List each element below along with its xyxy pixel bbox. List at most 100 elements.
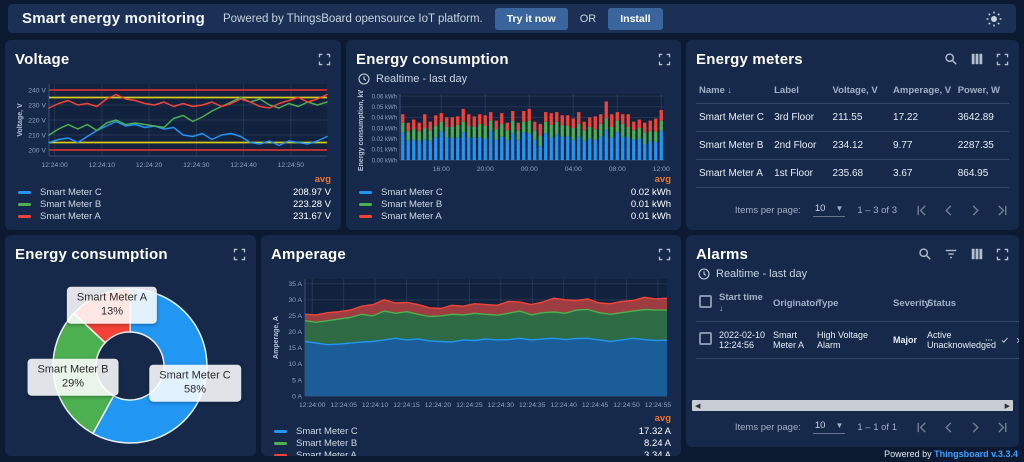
table-cell: 1st Floor	[771, 160, 829, 188]
column-header-severity[interactable]: Severity	[890, 285, 924, 322]
more-actions-icon[interactable]	[985, 334, 993, 346]
next-page-icon[interactable]	[969, 204, 982, 217]
column-header-name[interactable]: Name ↓	[696, 78, 771, 104]
horizontal-scrollbar[interactable]: ◀ ▶	[692, 400, 1013, 411]
try-it-now-button[interactable]: Try it now	[495, 8, 568, 30]
energy-meters-table: Name ↓LabelVoltage, VAmperage, VPower, W…	[696, 78, 1009, 188]
energy-bar-chart[interactable]: 0.00 kWh0.01 kWh0.02 kWh0.03 kWh0.04 kWh…	[356, 90, 671, 174]
clear-alarm-icon[interactable]	[1016, 335, 1019, 346]
filter-icon[interactable]	[944, 247, 958, 261]
table-row[interactable]: Smart Meter B2nd Floor234.129.772287.35	[696, 132, 1009, 160]
column-header-start-time[interactable]: Start time ↓	[716, 285, 770, 322]
chevron-down-icon: ▼	[835, 204, 843, 213]
voltage-line-chart[interactable]: 200 V210 V220 V230 V240 VVoltage, V12:24…	[15, 78, 331, 172]
pie-label-smart-meter-b[interactable]: Smart Meter B29%	[28, 359, 119, 396]
page-size-select[interactable]: 10▼	[813, 420, 846, 434]
svg-text:10 A: 10 A	[288, 361, 302, 368]
fullscreen-icon[interactable]	[318, 53, 331, 66]
legend-series-name: Smart Meter C	[381, 187, 631, 198]
acknowledge-check-icon[interactable]	[1001, 334, 1009, 346]
legend-item[interactable]: Smart Meter C208.97 V	[15, 186, 331, 198]
timewindow-label[interactable]: Realtime - last day	[376, 73, 467, 85]
columns-icon[interactable]	[970, 52, 984, 66]
timewindow-label[interactable]: Realtime - last day	[716, 268, 807, 280]
energy-consumption-bars-widget: Energy consumption Realtime - last day 0…	[346, 40, 681, 230]
pie-label-smart-meter-a[interactable]: Smart Meter A13%	[67, 287, 157, 324]
svg-text:240 V: 240 V	[28, 87, 46, 94]
legend-series-name: Smart Meter B	[40, 199, 293, 210]
column-header-type[interactable]: Type	[814, 285, 890, 322]
prev-page-icon[interactable]	[942, 421, 955, 434]
fullscreen-icon[interactable]	[233, 248, 246, 261]
column-header-power-w[interactable]: Power, W	[955, 78, 1009, 104]
svg-text:20 A: 20 A	[288, 329, 302, 336]
legend-item[interactable]: Smart Meter B223.28 V	[15, 198, 331, 210]
legend-avg-value: 223.28 V	[293, 199, 331, 210]
alarms-table: Start time ↓OriginatorTypeSeverityStatus…	[696, 285, 1019, 359]
legend-item[interactable]: Smart Meter A3.34 A	[271, 449, 671, 456]
alarms-title: Alarms	[696, 246, 748, 263]
legend-item[interactable]: Smart Meter C0.02 kWh	[356, 186, 671, 198]
fullscreen-icon[interactable]	[658, 53, 671, 66]
prev-page-icon[interactable]	[942, 204, 955, 217]
row-checkbox[interactable]	[699, 332, 712, 345]
last-page-icon[interactable]	[996, 421, 1009, 434]
legend-item[interactable]: Smart Meter A0.01 kWh	[356, 210, 671, 222]
first-page-icon[interactable]	[915, 421, 928, 434]
column-header-voltage-v[interactable]: Voltage, V	[830, 78, 891, 104]
legend-swatch	[274, 442, 287, 445]
search-icon[interactable]	[918, 247, 932, 261]
table-row[interactable]: Smart Meter C3rd Floor211.5517.223642.89	[696, 104, 1009, 132]
svg-text:230 V: 230 V	[28, 102, 46, 109]
svg-text:12:00: 12:00	[653, 166, 670, 173]
svg-text:15 A: 15 A	[288, 345, 302, 352]
legend-item[interactable]: Smart Meter A231.67 V	[15, 210, 331, 222]
fullscreen-icon[interactable]	[996, 53, 1009, 66]
legend-series-name: Smart Meter B	[296, 438, 644, 449]
search-icon[interactable]	[944, 52, 958, 66]
page-range-label: 1 – 3 of 3	[857, 205, 897, 216]
legend-series-name: Smart Meter A	[296, 450, 644, 457]
fullscreen-icon[interactable]	[658, 248, 671, 261]
legend-item[interactable]: Smart Meter B0.01 kWh	[356, 198, 671, 210]
legend-avg-value: 0.02 kWh	[631, 187, 671, 198]
amperage-title: Amperage	[271, 246, 346, 263]
actions-column-header	[982, 285, 1019, 322]
svg-text:12:24:30: 12:24:30	[488, 402, 515, 409]
column-header-status[interactable]: Status	[924, 285, 982, 322]
legend-item[interactable]: Smart Meter C17.32 A	[271, 425, 671, 437]
thingsboard-version-link[interactable]: Thingsboard v.3.3.4	[934, 449, 1018, 459]
legend-item[interactable]: Smart Meter B8.24 A	[271, 437, 671, 449]
scroll-left-arrow-icon[interactable]: ◀	[695, 402, 700, 410]
table-row[interactable]: Smart Meter A1st Floor235.683.67864.95	[696, 160, 1009, 188]
legend-swatch	[18, 215, 31, 218]
amperage-area-chart[interactable]: 0 A5 A10 A15 A20 A25 A30 A35 AAmperage, …	[271, 273, 671, 413]
table-cell: 9.77	[890, 132, 955, 160]
next-page-icon[interactable]	[969, 421, 982, 434]
first-page-icon[interactable]	[915, 204, 928, 217]
column-header-amperage-v[interactable]: Amperage, V	[890, 78, 955, 104]
legend-avg-value: 208.97 V	[293, 187, 331, 198]
sort-desc-icon: ↓	[719, 303, 724, 313]
theme-toggle-sun-icon[interactable]	[986, 11, 1002, 27]
svg-text:12:24:20: 12:24:20	[136, 162, 163, 169]
checkbox-column-header	[696, 285, 716, 322]
install-button[interactable]: Install	[608, 8, 662, 30]
columns-icon[interactable]	[970, 247, 984, 261]
svg-text:12:24:40: 12:24:40	[230, 162, 257, 169]
pie-label-smart-meter-c[interactable]: Smart Meter C58%	[149, 365, 241, 402]
fullscreen-icon[interactable]	[996, 248, 1009, 261]
scroll-right-arrow-icon[interactable]: ▶	[1005, 402, 1010, 410]
alarm-start-time: 2022-02-10 12:24:56	[716, 322, 770, 359]
column-header-originator[interactable]: Originator	[770, 285, 814, 322]
last-page-icon[interactable]	[996, 204, 1009, 217]
legend-avg-header: avg	[356, 174, 671, 186]
select-all-checkbox[interactable]	[699, 295, 712, 308]
clock-icon	[698, 268, 710, 280]
dashboard-title: Smart energy monitoring	[22, 10, 205, 27]
column-header-label[interactable]: Label	[771, 78, 829, 104]
items-per-page-label: Items per page:	[735, 422, 801, 433]
dashboard-header: Smart energy monitoring Powered by Thing…	[8, 4, 1016, 33]
alarm-row[interactable]: 2022-02-10 12:24:56Smart Meter AHigh Vol…	[696, 322, 1019, 359]
page-size-select[interactable]: 10▼	[813, 203, 846, 217]
